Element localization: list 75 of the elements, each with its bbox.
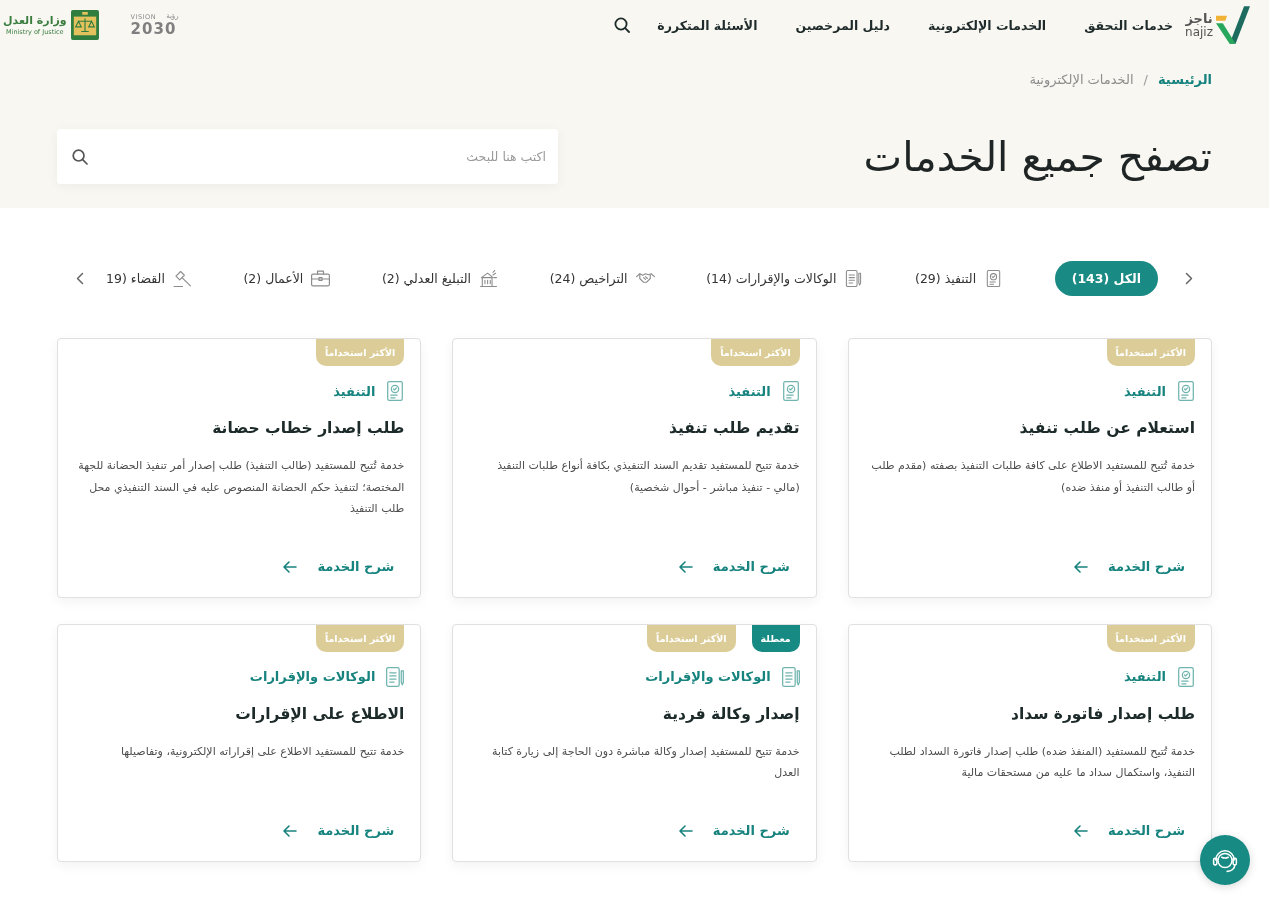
popularity-badge: الأكثر استخداماً	[647, 624, 736, 652]
ministry-arabic-name: وزارة العدل	[3, 14, 67, 28]
category-label: التنفيذ	[333, 383, 376, 399]
chevron-right-icon[interactable]	[1185, 272, 1193, 285]
category-tab[interactable]: التنفيذ (29)	[915, 261, 1004, 296]
gavel-icon	[172, 270, 192, 287]
arrow-left-icon	[283, 824, 298, 837]
arrow-left-icon	[678, 560, 693, 573]
category-tab[interactable]: الوكالات والإقرارات (14)	[706, 261, 864, 296]
arrow-left-icon	[283, 560, 298, 573]
category-label: الوكالات والإقرارات	[249, 669, 376, 684]
service-details-link[interactable]: شرح الخدمة	[283, 557, 395, 576]
service-description: خدمة تُتيح للمستفيد (طالب التنفيذ) طلب إصدار أمر تنفيذ الحضانة للجهة المختصة؛ لتنفيذ حكم الحضانة المنصوص عليه في السند التنفيذي محل طلب التنفيذ	[77, 457, 405, 517]
logo-arabic-text: ناجز	[1185, 11, 1213, 26]
service-details-link[interactable]: شرح الخدمة	[678, 821, 790, 840]
chevron-left-icon[interactable]	[76, 272, 84, 285]
briefcase-icon	[311, 270, 331, 287]
popularity-badge: الأكثر استخداماً	[1106, 624, 1195, 652]
breadcrumb-separator: /	[1143, 72, 1148, 88]
category-label: التنفيذ	[1123, 669, 1166, 684]
page-title: تصفح جميع الخدمات	[863, 131, 1212, 183]
building-icon	[479, 270, 499, 287]
search-icon[interactable]	[72, 149, 88, 165]
document-seal-icon	[1177, 381, 1195, 401]
service-title: طلب إصدار خطاب حضانة	[211, 418, 405, 439]
document-seal-icon	[1177, 666, 1195, 687]
popularity-badge: الأكثر استخداماً	[315, 339, 405, 366]
category-label: التنفيذ	[1123, 383, 1166, 399]
service-description: خدمة تُتيح للمستفيد (المنفذ ضده) طلب إصدار فاتورة السداد لطلب التنفيذ، واستكمال سداد ما عليه من مستحقات مالية	[888, 743, 1195, 781]
document-seal-icon	[386, 381, 405, 401]
breadcrumb-current: الخدمات الإلكترونية	[1029, 72, 1134, 88]
document-seal-icon	[781, 381, 800, 401]
document-lines-icon	[781, 666, 800, 687]
arrow-left-icon	[1074, 560, 1089, 573]
service-details-link[interactable]: شرح الخدمة	[1074, 557, 1185, 576]
service-description: خدمة تتيح للمستفيد إصدار وكالة مباشرة دون الحاجة إلى زيارة كتابة العدل	[491, 743, 800, 781]
category-label: التنفيذ	[728, 383, 771, 399]
search-icon[interactable]	[614, 17, 631, 33]
category-tab[interactable]: التراخيص (24)	[549, 261, 655, 296]
popularity-badge: الأكثر استخداماً	[315, 624, 405, 652]
popularity-badge: الأكثر استخداماً	[1106, 339, 1195, 366]
nav-link[interactable]: دليل المرخصين	[795, 17, 890, 33]
category-tab[interactable]: التبليغ العدلي (2)	[381, 261, 499, 296]
logo-latin-text: najiz	[1185, 25, 1213, 39]
popularity-badge: الأكثر استخداماً	[711, 339, 800, 366]
service-title: استعلام عن طلب تنفيذ	[1018, 418, 1195, 439]
support-button[interactable]	[1200, 835, 1250, 885]
category-tab[interactable]: الأعمال (2)	[243, 261, 331, 296]
vision-year: 2030	[130, 21, 177, 38]
category-label: الوكالات والإقرارات	[645, 669, 771, 684]
scales-emblem-icon	[70, 10, 99, 40]
nav-link[interactable]: الأسئلة المتكررة	[657, 17, 758, 33]
nav-link[interactable]: خدمات التحقق	[1084, 17, 1174, 33]
service-details-link[interactable]: شرح الخدمة	[1074, 821, 1185, 840]
status-badge: معطلة	[751, 624, 800, 652]
service-title: الاطلاع على الإقرارات	[234, 703, 405, 725]
nav-link[interactable]: الخدمات الإلكترونية	[928, 17, 1047, 33]
search-field[interactable]: اكتب هنا للبحث	[57, 129, 558, 184]
headset-icon	[1212, 847, 1238, 873]
service-title: طلب إصدار فاتورة سداد	[1009, 703, 1195, 725]
service-title: تقديم طلب تنفيذ	[668, 418, 800, 439]
document-lines-icon	[844, 270, 864, 287]
breadcrumb-link[interactable]: الرئيسية	[1157, 72, 1212, 88]
service-details-link[interactable]: شرح الخدمة	[283, 821, 395, 840]
arrow-left-icon	[1074, 824, 1089, 837]
service-description: خدمة تُتيح للمستفيد الاطلاع على كافة طلبات التنفيذ بصفته (مقدم طلب أو طالب التنفيذ أو منفذ ضده)	[870, 458, 1195, 496]
service-description: خدمة تتيح للمستفيد الاطلاع على إقراراته الإلكترونية، وتفاصيلها	[119, 743, 405, 760]
category-tab[interactable]: القضاء (19	[106, 261, 192, 296]
document-lines-icon	[386, 666, 405, 687]
arrow-left-icon	[678, 824, 693, 837]
category-tab[interactable]: الكل (143)	[1054, 261, 1158, 296]
service-description: خدمة تتيح للمستفيد تقديم السند التنفيذي بكافة أنواع طلبات التنفيذ (مالي - تنفيذ مباشر - أحوال شخصية)	[496, 457, 800, 496]
checkmark-logo-icon[interactable]	[1216, 5, 1250, 45]
service-title: إصدار وكالة فردية	[661, 703, 800, 725]
service-details-link[interactable]: شرح الخدمة	[678, 557, 790, 576]
